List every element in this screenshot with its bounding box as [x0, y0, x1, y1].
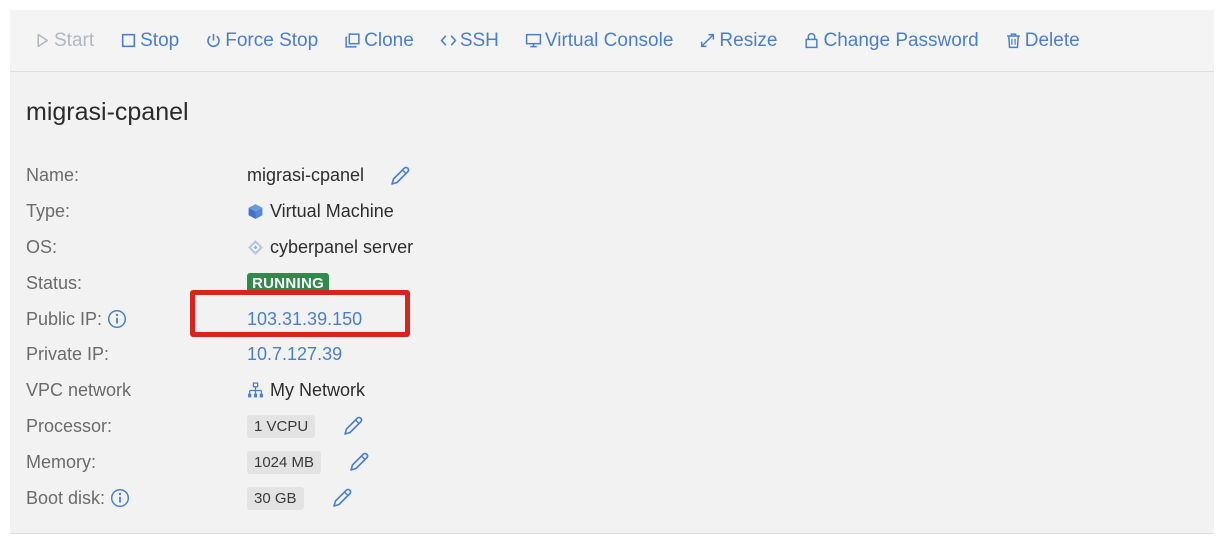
lock-icon [805, 32, 819, 49]
memory-label: Memory: [26, 451, 97, 472]
name-value-container: migrasi-cpanel [247, 164, 412, 188]
trash-icon [1006, 33, 1020, 49]
os-label: OS: [26, 236, 58, 257]
processor-value-container: 1 VCPU [247, 414, 365, 438]
public-ip-label: Public IP: [26, 308, 103, 329]
vpc-network-value: My Network [270, 380, 366, 401]
virtual-console-button-label: Virtual Console [544, 29, 674, 51]
memory-value-container: 1024 MB [247, 450, 371, 474]
change-password-button[interactable]: Change Password [803, 29, 979, 52]
info-circle-icon[interactable] [110, 488, 130, 508]
edit-boot-disk-pencil-icon[interactable] [330, 486, 354, 510]
ssh-button[interactable]: SSH [440, 30, 499, 52]
detail-row-private-ip: Private IP: 10.7.127.39 [26, 337, 726, 373]
code-brackets-icon [440, 35, 457, 46]
detail-row-os: OS: cyberpanel server [26, 230, 726, 266]
detail-row-memory: Memory: 1024 MB [26, 444, 726, 480]
ssh-button-label: SSH [459, 29, 499, 51]
vpc-network-value-container: My Network [247, 380, 365, 401]
action-toolbar: Start Stop Force Stop Clone SSH Virtual … [10, 10, 1214, 72]
status-badge: RUNNING [247, 272, 330, 294]
private-ip-label: Private IP: [26, 344, 110, 365]
boot-disk-tag: 30 GB [247, 486, 304, 510]
public-ip-value-container: 103.31.39.150 [247, 309, 362, 330]
cube-icon [248, 204, 263, 220]
vpc-network-label: VPC network [26, 380, 132, 401]
status-label: Status: [26, 272, 83, 293]
private-ip-value-container: 10.7.127.39 [247, 344, 342, 365]
info-circle-icon[interactable] [107, 309, 127, 329]
boot-disk-label: Boot disk: [26, 487, 106, 508]
change-password-button-label: Change Password [823, 29, 979, 51]
boot-disk-label-container: Boot disk: [26, 488, 247, 509]
type-value-container: Virtual Machine [247, 201, 394, 222]
monitor-icon [525, 33, 542, 48]
clone-button[interactable]: Clone [344, 30, 414, 52]
private-ip-value[interactable]: 10.7.127.39 [247, 344, 342, 365]
os-value-container: cyberpanel server [247, 237, 413, 258]
type-value: Virtual Machine [270, 201, 394, 222]
public-ip-value[interactable]: 103.31.39.150 [247, 309, 362, 330]
server-detail-panel: Start Stop Force Stop Clone SSH Virtual … [10, 10, 1214, 534]
diamond-icon [248, 240, 263, 255]
expand-arrows-icon [701, 33, 715, 48]
server-details-list: Name: migrasi-cpanel Type: Virtual Machi… [26, 158, 726, 516]
detail-row-vpc-network: VPC network My Network [26, 373, 726, 409]
page-title: migrasi-cpanel [26, 98, 189, 126]
edit-processor-pencil-icon[interactable] [341, 414, 365, 438]
virtual-console-button[interactable]: Virtual Console [525, 29, 674, 52]
name-value: migrasi-cpanel [247, 165, 365, 186]
memory-tag: 1024 MB [247, 450, 322, 474]
detail-row-status: Status: RUNNING [26, 265, 726, 301]
detail-row-processor: Processor: 1 VCPU [26, 409, 726, 445]
type-label: Type: [26, 201, 71, 222]
detail-row-boot-disk: Boot disk: 30 GB [26, 480, 726, 516]
edit-memory-pencil-icon[interactable] [347, 450, 371, 474]
copy-icon [345, 33, 360, 48]
detail-row-public-ip: Public IP: 103.31.39.150 [26, 301, 726, 337]
processor-tag: 1 VCPU [247, 414, 316, 438]
start-button[interactable]: Start [34, 30, 94, 52]
name-label: Name: [26, 165, 80, 186]
power-icon [207, 33, 221, 48]
stop-button[interactable]: Stop [120, 30, 179, 52]
resize-button[interactable]: Resize [699, 30, 777, 52]
stop-button-label: Stop [140, 29, 180, 51]
network-icon [248, 382, 263, 398]
public-ip-label-container: Public IP: [26, 309, 247, 330]
force-stop-button[interactable]: Force Stop [205, 30, 318, 52]
play-outline-icon [37, 33, 49, 48]
status-value-container: RUNNING [247, 272, 330, 294]
start-button-label: Start [54, 29, 95, 51]
delete-button[interactable]: Delete [1005, 30, 1080, 52]
clone-button-label: Clone [364, 29, 414, 51]
resize-button-label: Resize [719, 29, 778, 51]
square-icon [121, 33, 136, 48]
force-stop-button-label: Force Stop [225, 29, 319, 51]
edit-name-pencil-icon[interactable] [388, 164, 412, 188]
delete-button-label: Delete [1024, 29, 1080, 51]
boot-disk-value-container: 30 GB [247, 486, 354, 510]
detail-row-type: Type: Virtual Machine [26, 194, 726, 230]
processor-label: Processor: [26, 415, 113, 436]
detail-row-name: Name: migrasi-cpanel [26, 158, 726, 194]
os-value: cyberpanel server [270, 236, 414, 257]
